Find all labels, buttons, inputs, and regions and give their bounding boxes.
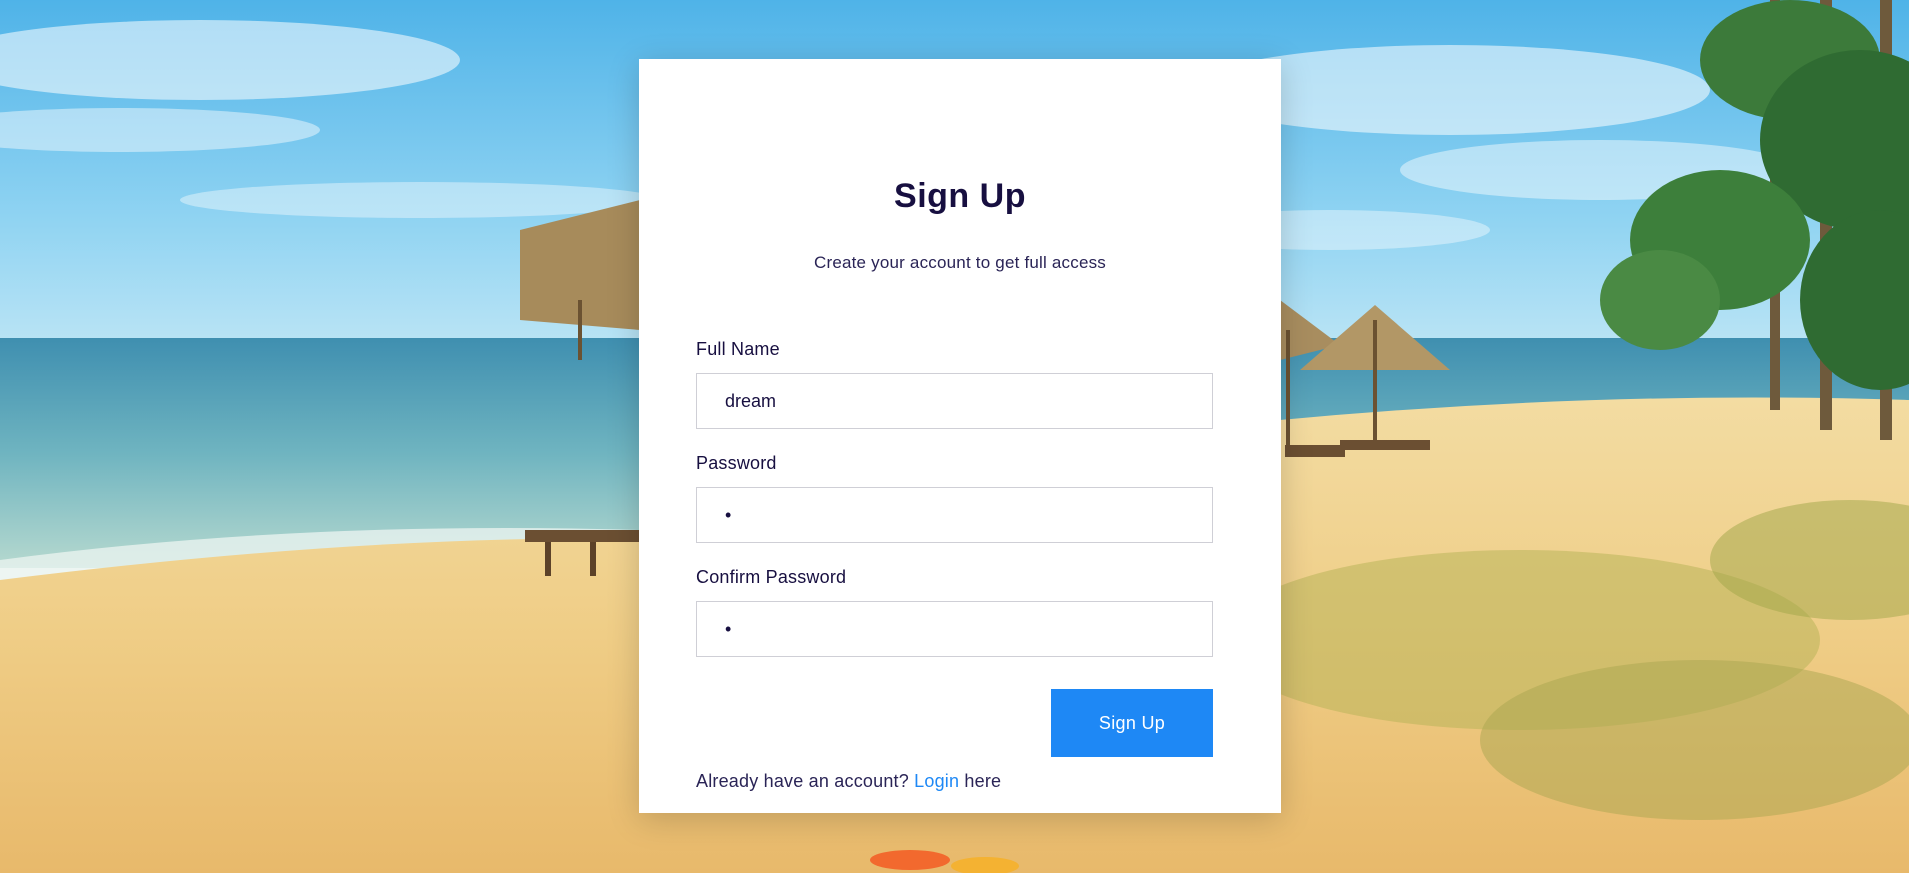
full-name-input[interactable] bbox=[696, 373, 1213, 429]
password-label: Password bbox=[696, 453, 777, 473]
password-input[interactable] bbox=[696, 487, 1213, 543]
login-prompt-text: Already have an account? bbox=[696, 771, 909, 791]
login-prompt: Already have an account? Login here bbox=[696, 771, 1001, 792]
confirm-password-input[interactable] bbox=[696, 601, 1213, 657]
full-name-label: Full Name bbox=[696, 339, 780, 359]
login-prompt-suffix: here bbox=[964, 771, 1002, 791]
signup-page: Sign Up Create your account to get full … bbox=[0, 0, 1909, 873]
sign-up-button[interactable]: Sign Up bbox=[1051, 689, 1213, 757]
page-title: Sign Up bbox=[894, 177, 1026, 215]
page-subtitle: Create your account to get full access bbox=[813, 253, 1107, 272]
login-link[interactable]: Login bbox=[914, 771, 959, 791]
confirm-password-label: Confirm Password bbox=[696, 567, 847, 587]
